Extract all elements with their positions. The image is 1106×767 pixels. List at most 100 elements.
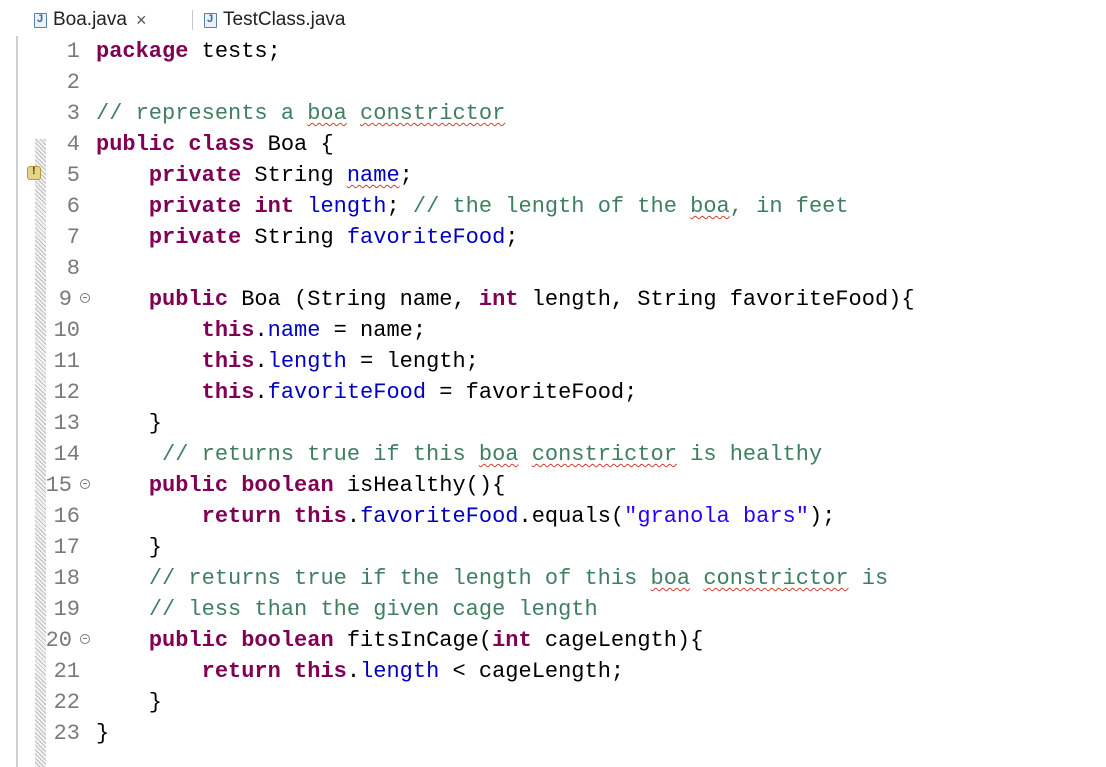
line-number: 22 [53, 690, 80, 715]
tab-testclass-java[interactable]: TestClass.java [204, 8, 346, 32]
line-number: 21 [53, 659, 80, 684]
code-line: 18 // returns true if the length of this… [0, 563, 1106, 594]
keyword: public [148, 628, 229, 653]
keyword: package [96, 39, 189, 64]
collapse-fold-icon[interactable] [80, 634, 90, 644]
code-text: return this.favoriteFood.equals("granola… [96, 501, 836, 532]
code-line: 19 // less than the given cage length [0, 594, 1106, 625]
code-line: 15 public boolean isHealthy(){ [0, 470, 1106, 501]
code-token: String [241, 225, 347, 250]
code-line: 23 } [0, 718, 1106, 749]
line-number: 6 [66, 194, 80, 219]
field-name: favoriteFood [267, 380, 427, 405]
keyword: int [478, 287, 519, 312]
code-token: String [241, 163, 347, 188]
line-number: 17 [53, 535, 80, 560]
code-line: 16 return this.favoriteFood.equals("gran… [0, 501, 1106, 532]
spelling-warning: boa [478, 442, 519, 467]
line-number: 1 [66, 39, 80, 64]
code-text: private int length; // the length of the… [96, 191, 849, 222]
code-token: ; [399, 163, 413, 188]
keyword: int [492, 628, 532, 653]
code-token: cageLength){ [531, 628, 704, 653]
keyword: public [148, 287, 229, 312]
code-text: public boolean isHealthy(){ [96, 470, 505, 501]
collapse-fold-icon[interactable] [80, 293, 90, 303]
line-number: 2 [66, 70, 80, 95]
code-line: 13 } [0, 408, 1106, 439]
code-token: ); [808, 504, 836, 529]
comment: // returns true if this boa constrictor … [96, 439, 822, 470]
keyword: return [201, 659, 281, 684]
line-number: 23 [53, 721, 80, 746]
keyword: private [148, 225, 242, 250]
code-line: 17 } [0, 532, 1106, 563]
code-text: } [96, 721, 110, 746]
line-number: 20 [45, 628, 72, 653]
line-number: 13 [53, 411, 80, 436]
code-token: isHealthy(){ [333, 473, 506, 498]
code-text: package tests; [96, 36, 281, 67]
code-token: . [254, 380, 268, 405]
field-name: name [346, 163, 400, 188]
keyword: class [188, 132, 255, 157]
comment-token: // returns true if the length of this [148, 566, 651, 591]
warning-marker-icon[interactable] [27, 165, 41, 180]
code-line: 6 private int length; // the length of t… [0, 191, 1106, 222]
code-text: } [96, 690, 163, 715]
comment-token: // less than the given cage length [148, 597, 598, 622]
line-number: 11 [53, 349, 80, 374]
line-number: 16 [53, 504, 80, 529]
code-token: . [346, 659, 361, 684]
keyword: this [294, 504, 347, 529]
code-token: ; [386, 194, 413, 219]
spelling-warning: boa [307, 101, 347, 126]
tab-divider [192, 10, 193, 30]
comment-token: is healthy [676, 442, 823, 467]
code-line: 8 [0, 253, 1106, 284]
tab-boa-java[interactable]: Boa.java × [34, 8, 146, 32]
code-text: public class Boa { [96, 129, 334, 160]
code-editor[interactable]: 1 package tests; 2 3 // represents a boa… [0, 36, 1106, 767]
code-token: length, String favoriteFood){ [518, 287, 915, 312]
keyword: private [148, 163, 242, 188]
code-token: ; [505, 225, 519, 250]
code-token: = name; [320, 318, 427, 343]
line-number: 12 [53, 380, 80, 405]
code-line: 10 this.name = name; [0, 315, 1106, 346]
spelling-warning: boa [690, 194, 730, 219]
close-tab-icon[interactable]: × [136, 10, 147, 31]
code-line: 9 public Boa (String name, int length, S… [0, 284, 1106, 315]
code-text: return this.length < cageLength; [96, 656, 625, 687]
field-name: name [267, 318, 321, 343]
comment-token: // returns true if this [162, 442, 479, 467]
code-line: 5 private String name; [0, 160, 1106, 191]
keyword: this [294, 659, 347, 684]
code-token: < cageLength; [439, 659, 625, 684]
code-token: Boa { [254, 132, 334, 157]
code-text: public Boa (String name, int length, Str… [96, 284, 915, 315]
code-text: private String favoriteFood; [96, 222, 519, 253]
java-file-icon [204, 12, 217, 28]
field-name: length [267, 349, 347, 374]
collapse-fold-icon[interactable] [80, 479, 90, 489]
keyword: public [148, 473, 229, 498]
spelling-warning: constrictor [703, 566, 849, 591]
tab-label: TestClass.java [223, 9, 346, 30]
spelling-warning: constrictor [360, 101, 506, 126]
comment: // less than the given cage length [96, 594, 598, 625]
code-token: = favoriteFood; [426, 380, 638, 405]
keyword: int [254, 194, 295, 219]
code-line: 1 package tests; [0, 36, 1106, 67]
editor-tab-bar: Boa.java × TestClass.java [0, 0, 1106, 36]
field-name: length [307, 194, 387, 219]
